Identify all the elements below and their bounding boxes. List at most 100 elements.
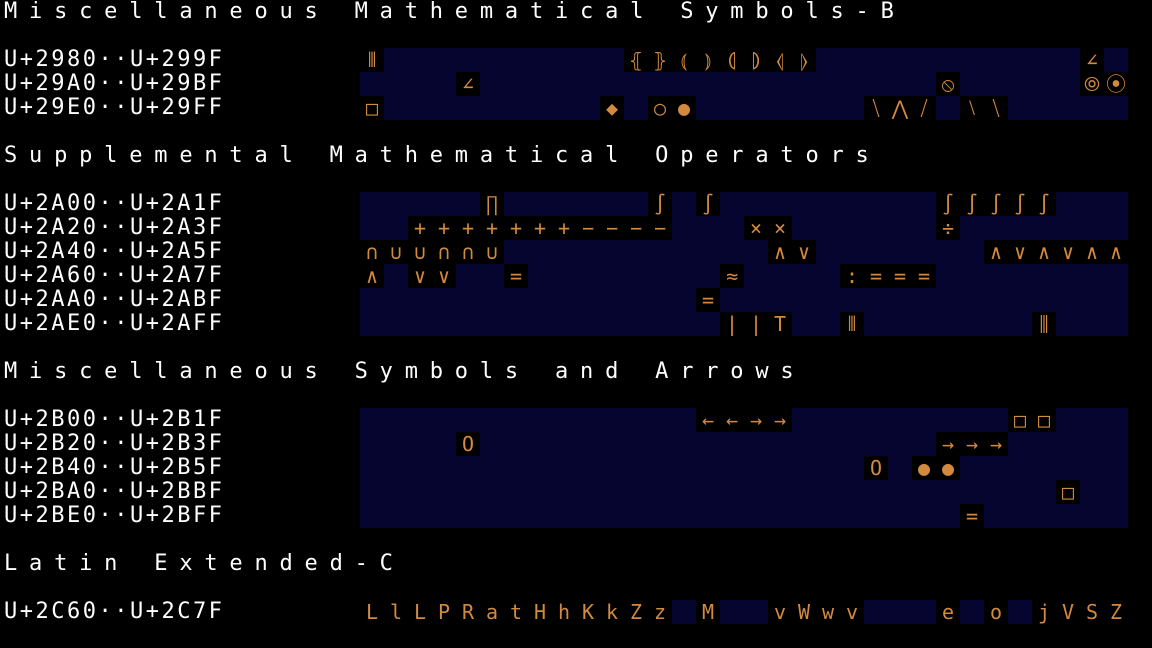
glyph-cell: e	[936, 600, 960, 624]
glyph-cell: ∨	[1056, 240, 1080, 264]
glyph-cell: K	[576, 600, 600, 624]
glyph-cell: □	[1032, 408, 1056, 432]
glyph-cell: ∫	[696, 192, 720, 216]
glyph-cell: ≈	[720, 264, 744, 288]
glyph-cell: V	[1056, 600, 1080, 624]
glyph-cell: ∨	[408, 264, 432, 288]
glyph-cell: ∧	[1104, 240, 1128, 264]
glyph-cell: O	[456, 432, 480, 456]
glyph-cell: ←	[720, 408, 744, 432]
glyph-cell: −	[600, 216, 624, 240]
glyph-cell: ÷	[936, 216, 960, 240]
glyph-cell: ∠	[456, 72, 480, 96]
glyph-cell: ∫	[984, 192, 1008, 216]
glyph-cell: ∧	[360, 264, 384, 288]
codepoint-range-label: U+2A40··U+2A5F	[4, 239, 225, 264]
codepoint-range-label: U+2A00··U+2A1F	[4, 191, 225, 216]
glyph-cell: +	[456, 216, 480, 240]
codepoint-range-label: U+2C60··U+2C7F	[4, 599, 225, 624]
glyph-cell: ∪	[384, 240, 408, 264]
glyph-cell: ⦉	[768, 48, 792, 72]
glyph-cell: □	[360, 96, 384, 120]
glyph-cell: |	[720, 312, 744, 336]
codepoint-range-label: U+2AA0··U+2ABF	[4, 287, 225, 312]
glyph-cell: ∧	[1080, 240, 1104, 264]
glyph-cell: ∨	[432, 264, 456, 288]
glyph-cell: ∫	[1008, 192, 1032, 216]
glyph-cell: ●	[672, 96, 696, 120]
glyph-cell: →	[960, 432, 984, 456]
glyph-cell: ∫	[936, 192, 960, 216]
glyph-cell: →	[768, 408, 792, 432]
block-heading: Miscellaneous Symbols and Arrows	[4, 359, 806, 384]
glyph-cell: ∧	[984, 240, 1008, 264]
glyph-cell: ×	[744, 216, 768, 240]
codepoint-range-label: U+29A0··U+29BF	[4, 71, 225, 96]
glyph-cell: →	[984, 432, 1008, 456]
glyph-cell: S	[1080, 600, 1104, 624]
glyph-cell: □	[1008, 408, 1032, 432]
glyph-cell: ∩	[432, 240, 456, 264]
glyph-cell: ○	[648, 96, 672, 120]
glyph-cell: R	[456, 600, 480, 624]
glyph-cell: ∨	[792, 240, 816, 264]
glyph-cell: =	[888, 264, 912, 288]
glyph-cell: ∫	[960, 192, 984, 216]
glyph-cell: M	[696, 600, 720, 624]
codepoint-range-label: U+2980··U+299F	[4, 47, 225, 72]
glyph-cell: W	[792, 600, 816, 624]
codepoint-range-label: U+2B40··U+2B5F	[4, 455, 225, 480]
glyph-cell: ∫	[1032, 192, 1056, 216]
glyph-cell: ⦊	[792, 48, 816, 72]
glyph-cell: w	[816, 600, 840, 624]
glyph-cell: =	[912, 264, 936, 288]
glyph-cell: ◆	[600, 96, 624, 120]
glyph-cell: k	[600, 600, 624, 624]
glyph-cell: :	[840, 264, 864, 288]
glyph-cell: ⦃	[624, 48, 648, 72]
glyph-cell: ⦅	[672, 48, 696, 72]
glyph-cell: T	[768, 312, 792, 336]
glyph-cell: v	[840, 600, 864, 624]
glyph-cell: ∧	[768, 240, 792, 264]
glyph-cell: ⦆	[696, 48, 720, 72]
glyph-cell: |	[744, 312, 768, 336]
glyph-cell: ⧹	[864, 96, 888, 120]
glyph-cell: +	[432, 216, 456, 240]
glyph-cell: ⧹	[984, 96, 1008, 120]
codepoint-range-label: U+2BA0··U+2BBF	[4, 479, 225, 504]
glyph-cell: □	[1056, 480, 1080, 504]
block-heading: Miscellaneous Mathematical Symbols-B	[4, 0, 906, 24]
glyph-cell: j	[1032, 600, 1056, 624]
codepoint-range-label: U+2B00··U+2B1F	[4, 407, 225, 432]
glyph-cell: ∏	[480, 192, 504, 216]
glyph-cell: H	[528, 600, 552, 624]
glyph-cell: →	[936, 432, 960, 456]
glyph-cell: +	[480, 216, 504, 240]
glyph-cell: −	[624, 216, 648, 240]
codepoint-range-label: U+2A20··U+2A3F	[4, 215, 225, 240]
glyph-cell: ∧	[1032, 240, 1056, 264]
glyph-cell: ∪	[480, 240, 504, 264]
glyph-cell: ⋀	[888, 96, 912, 120]
glyph-cell: −	[576, 216, 600, 240]
glyph-cell: ⦾	[1080, 72, 1104, 96]
glyph-cell: ⦿	[1104, 72, 1128, 96]
glyph-cell: ●	[912, 456, 936, 480]
glyph-cell: v	[768, 600, 792, 624]
block-heading: Supplemental Mathematical Operators	[4, 143, 881, 168]
glyph-cell: L	[360, 600, 384, 624]
glyph-cell: t	[504, 600, 528, 624]
glyph-cell: ⫴	[840, 312, 864, 336]
glyph-cell: =	[696, 288, 720, 312]
glyph-cell: ∠	[1080, 48, 1104, 72]
glyph-cell: +	[552, 216, 576, 240]
codepoint-range-label: U+2BE0··U+2BFF	[4, 503, 225, 528]
block-heading: Latin Extended-C	[4, 551, 405, 576]
glyph-cell: ⧸	[912, 96, 936, 120]
glyph-cell: ×	[768, 216, 792, 240]
glyph-cell: =	[960, 504, 984, 528]
glyph-cell: ⦀	[360, 48, 384, 72]
glyph-cell: P	[432, 600, 456, 624]
codepoint-range-label: U+2A60··U+2A7F	[4, 263, 225, 288]
